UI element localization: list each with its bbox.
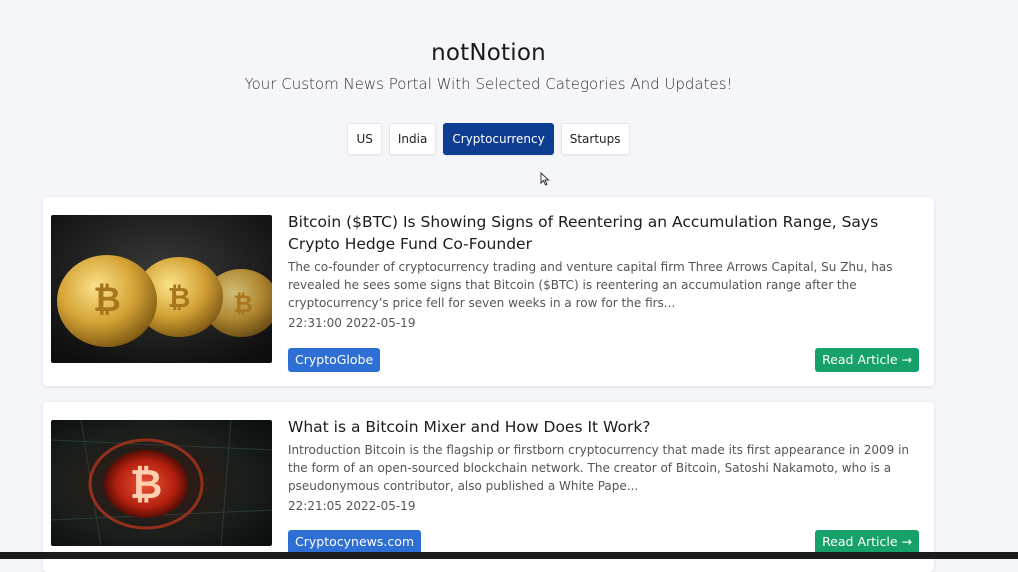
svg-text:₿: ₿ [93, 280, 121, 320]
source-badge[interactable]: Cryptocynews.com [288, 530, 422, 554]
article-timestamp: 22:21:05 2022-05-19 [288, 499, 416, 513]
article-title[interactable]: Bitcoin ($BTC) Is Showing Signs of Reent… [288, 211, 919, 255]
svg-text:₿: ₿ [130, 462, 163, 508]
article-description: The co-founder of cryptocurrency trading… [288, 260, 893, 310]
tab-india[interactable]: India [388, 123, 437, 155]
read-article-button[interactable]: Read Article → [815, 348, 919, 372]
article-timestamp: 22:31:00 2022-05-19 [288, 316, 416, 330]
article-card: ₿ ₿ ₿ Bitcoin ($BTC) Is Showing Signs of… [43, 197, 934, 386]
window-bottom-edge [0, 552, 1018, 559]
article-content: What is a Bitcoin Mixer and How Does It … [288, 416, 919, 513]
mouse-pointer-icon [540, 172, 550, 186]
tab-startups[interactable]: Startups [560, 123, 630, 155]
article-content: Bitcoin ($BTC) Is Showing Signs of Reent… [288, 211, 919, 330]
article-thumbnail-bitcoin-mixer[interactable]: ₿ [51, 420, 272, 546]
tab-us[interactable]: US [347, 123, 382, 155]
source-badge[interactable]: CryptoGlobe [288, 348, 381, 372]
read-article-button[interactable]: Read Article → [815, 530, 919, 554]
article-description: Introduction Bitcoin is the flagship or … [288, 443, 910, 493]
article-card: ₿ What is a Bitcoin Mixer and How Does I… [43, 402, 934, 572]
app-subtitle: Your Custom News Portal With Selected Ca… [244, 75, 733, 93]
category-tabs: US India Cryptocurrency Startups [0, 123, 977, 155]
app-title: notNotion [431, 40, 546, 66]
tab-cryptocurrency[interactable]: Cryptocurrency [443, 123, 554, 155]
svg-text:₿: ₿ [168, 281, 191, 314]
svg-text:₿: ₿ [233, 290, 253, 318]
article-title[interactable]: What is a Bitcoin Mixer and How Does It … [288, 416, 919, 438]
article-thumbnail-bitcoin-coins[interactable]: ₿ ₿ ₿ [51, 215, 272, 363]
page-header: notNotion Your Custom News Portal With S… [0, 40, 977, 93]
